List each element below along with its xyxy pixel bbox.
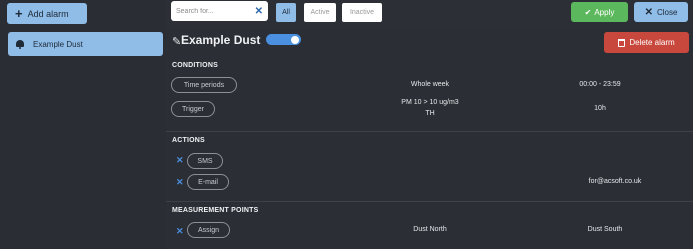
add-alarm-button[interactable]: + Add alarm <box>7 3 87 24</box>
sidebar-item-label: Example Dust <box>33 39 83 49</box>
close-icon: ✕ <box>644 6 653 18</box>
alarm-title[interactable]: Example Dust <box>181 33 260 47</box>
close-icon[interactable]: ✕ <box>176 155 184 166</box>
section-divider <box>166 201 693 202</box>
apply-button[interactable]: ✔ Apply <box>571 2 628 22</box>
time-periods-button[interactable]: Time periods <box>171 77 237 93</box>
alarm-enabled-toggle[interactable] <box>266 34 301 45</box>
close-icon[interactable]: ✕ <box>176 177 184 188</box>
delete-alarm-button[interactable]: Delete alarm <box>604 32 689 53</box>
trigger-condition: PM 10 > 10 ug/m3 <box>401 99 459 106</box>
close-button[interactable]: ✕ Close <box>634 2 688 22</box>
plus-icon: + <box>15 6 23 21</box>
check-icon: ✔ <box>584 7 592 17</box>
measurement-point-south: Dust South <box>587 226 623 233</box>
measurement-points-heading: MEASUREMENT POINTS <box>172 207 259 214</box>
apply-label: Apply <box>594 7 615 17</box>
email-button[interactable]: E-mail <box>187 174 229 190</box>
close-label: Close <box>656 7 678 17</box>
filter-inactive-button[interactable]: Inactive <box>342 3 382 22</box>
pencil-icon[interactable]: ✎ <box>172 35 181 48</box>
search-box: ✕ <box>171 1 268 21</box>
trigger-button[interactable]: Trigger <box>171 101 215 117</box>
close-icon[interactable]: ✕ <box>176 226 184 237</box>
filter-all-button[interactable]: All <box>276 3 296 22</box>
search-input[interactable] <box>176 7 246 15</box>
alarm-detail-panel <box>166 28 693 249</box>
trash-icon <box>618 38 626 47</box>
trigger-parameter: TH <box>425 110 435 117</box>
filter-active-button[interactable]: Active <box>304 3 336 22</box>
actions-heading: ACTIONS <box>172 137 205 144</box>
add-alarm-label: Add alarm <box>27 8 69 19</box>
time-periods-range: 00:00 - 23:59 <box>579 81 621 88</box>
close-icon[interactable]: ✕ <box>255 6 263 17</box>
trigger-duration: 10h <box>594 105 606 112</box>
section-divider <box>166 131 693 132</box>
sms-button[interactable]: SMS <box>187 153 223 169</box>
assign-button[interactable]: Assign <box>187 222 230 238</box>
conditions-heading: CONDITIONS <box>172 62 218 69</box>
bell-icon <box>16 39 24 49</box>
delete-alarm-label: Delete alarm <box>629 38 675 47</box>
time-periods-value: Whole week <box>410 81 450 88</box>
measurement-point-north: Dust North <box>413 226 447 233</box>
email-address: for@acsoft.co.uk <box>588 178 642 185</box>
sidebar-item-example-dust[interactable]: Example Dust <box>8 32 163 56</box>
